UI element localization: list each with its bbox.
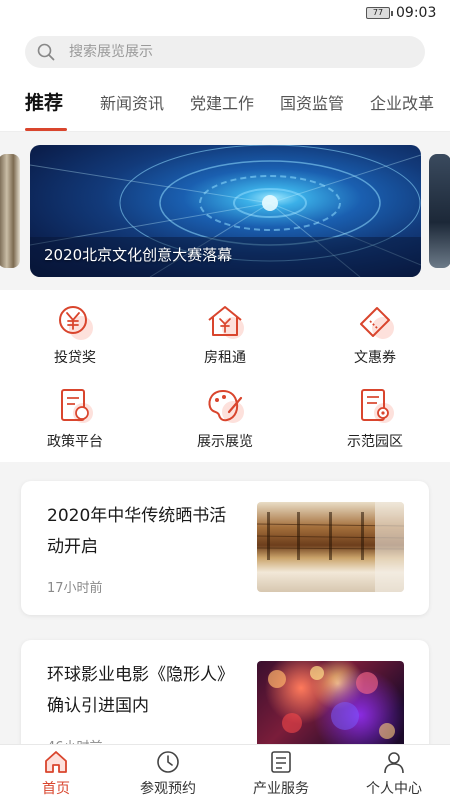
- status-time: 09:03: [396, 5, 437, 21]
- quick-link-demo-park[interactable]: 示范园区: [320, 386, 430, 451]
- search-input[interactable]: [69, 36, 409, 68]
- news-time: 17小时前: [47, 581, 103, 596]
- header: 推荐 新闻资讯 党建工作 国资监管 企业改革: [0, 26, 450, 132]
- nav-visit-booking[interactable]: 参观预约: [112, 749, 224, 798]
- service-board-icon: [271, 751, 291, 773]
- yen-coin-icon: [59, 306, 93, 340]
- battery-level: 77: [372, 8, 384, 17]
- quick-link-policy-platform[interactable]: 政策平台: [20, 386, 130, 451]
- home-icon: [45, 751, 67, 773]
- quick-link-label: 投贷奖: [54, 350, 96, 366]
- nav-label: 个人中心: [366, 781, 422, 797]
- quick-link-label: 示范园区: [347, 434, 403, 450]
- news-card[interactable]: 2020年中华传统晒书活动开启 17小时前: [21, 481, 429, 615]
- palette-brush-icon: [208, 389, 244, 423]
- category-tabs: 推荐 新闻资讯 党建工作 国资监管 企业改革: [0, 84, 450, 132]
- nav-home[interactable]: 首页: [0, 749, 112, 798]
- battery-icon: 77: [366, 7, 393, 19]
- quick-link-investment-loan[interactable]: 投贷奖: [20, 302, 130, 367]
- news-title: 2020年中华传统晒书活动开启: [47, 506, 227, 557]
- policy-document-icon: [61, 389, 93, 423]
- tab-recommend[interactable]: 推荐: [25, 88, 63, 115]
- library-bookshelves-image: [257, 502, 404, 592]
- bottom-nav: 首页 参观预约 产业服务 个人中心: [0, 744, 450, 800]
- tab-news[interactable]: 新闻资讯: [100, 90, 164, 114]
- park-settings-icon: [361, 389, 394, 423]
- ticket-icon: [360, 307, 394, 339]
- nav-label: 首页: [42, 781, 70, 797]
- banner-slide[interactable]: 2020北京文化创意大赛落幕: [30, 145, 421, 277]
- quick-link-culture-coupon[interactable]: 文惠券: [320, 302, 430, 367]
- banner-next-slide[interactable]: [429, 154, 450, 268]
- banner-title: 2020北京文化创意大赛落幕: [44, 246, 233, 264]
- nav-label: 产业服务: [253, 781, 309, 797]
- nav-label: 参观预约: [140, 781, 196, 797]
- news-thumbnail: [257, 661, 404, 751]
- nav-personal-center[interactable]: 个人中心: [338, 749, 450, 798]
- quick-link-label: 政策平台: [47, 434, 103, 450]
- quick-link-label: 展示展览: [197, 434, 253, 450]
- person-icon: [384, 752, 404, 774]
- quick-link-rent[interactable]: 房租通: [170, 302, 280, 367]
- nav-industry-service[interactable]: 产业服务: [225, 749, 337, 798]
- quick-link-exhibition[interactable]: 展示展览: [170, 386, 280, 451]
- status-bar: 77 09:03: [0, 0, 450, 26]
- quick-link-label: 房租通: [204, 350, 246, 366]
- bokeh-lights-image: [268, 666, 395, 739]
- tab-state-assets[interactable]: 国资监管: [280, 90, 344, 114]
- tab-party-building[interactable]: 党建工作: [190, 90, 254, 114]
- banner-prev-slide[interactable]: [0, 154, 20, 268]
- search-bar[interactable]: [25, 36, 425, 68]
- banner-carousel[interactable]: 2020北京文化创意大赛落幕: [0, 132, 450, 290]
- news-thumbnail: [257, 502, 404, 592]
- quick-links-grid: 投贷奖 房租通 文惠券 政策平台 展示展览 示范园区: [0, 290, 450, 462]
- house-yen-icon: [208, 306, 244, 339]
- news-title: 环球影业电影《隐形人》确认引进国内: [47, 665, 234, 716]
- quick-link-label: 文惠券: [354, 350, 396, 366]
- search-icon: [37, 43, 55, 61]
- clock-icon: [157, 751, 179, 773]
- tab-enterprise-reform[interactable]: 企业改革: [370, 90, 434, 114]
